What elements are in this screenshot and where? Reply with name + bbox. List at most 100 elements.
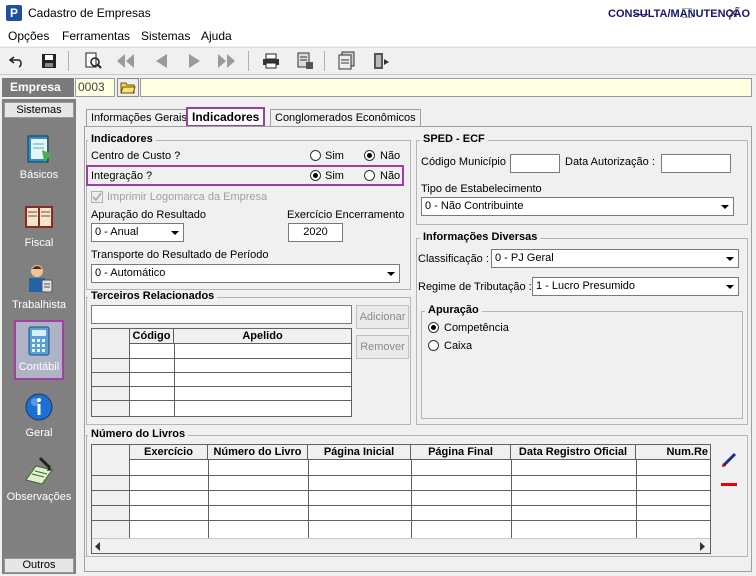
sidebar-item-label: Fiscal <box>24 237 54 249</box>
tab-indicadores[interactable]: Indicadores <box>186 107 266 127</box>
sidebar-item-contabil[interactable]: Contábil <box>4 324 74 373</box>
regime-select[interactable]: 1 - Lucro Presumido <box>532 277 739 296</box>
previous-record-icon[interactable] <box>150 50 172 72</box>
company-label: Empresa <box>2 78 74 97</box>
imprimir-logo-label: Imprimir Logomarca da Empresa <box>107 191 268 203</box>
sidebar-header[interactable]: Sistemas <box>4 102 74 118</box>
col-exercicio[interactable]: Exercício <box>130 445 208 460</box>
col-num-registro[interactable]: Num.Re <box>636 445 710 460</box>
col-data-registro[interactable]: Data Registro Oficial <box>511 445 636 460</box>
livros-horizontal-scrollbar[interactable] <box>92 538 710 553</box>
save-icon[interactable] <box>38 50 60 72</box>
sidebar-item-observacoes[interactable]: Observações <box>4 454 74 503</box>
classificacao-label: Classificação : <box>418 253 489 265</box>
indicadores-title: Indicadores <box>88 133 156 145</box>
last-record-icon[interactable] <box>216 50 238 72</box>
livros-title: Número do Livros <box>88 428 189 440</box>
integracao-nao-label: Não <box>380 170 401 182</box>
transporte-select[interactable]: 0 - Automático <box>91 264 400 283</box>
centro-custo-sim-radio[interactable] <box>310 150 321 161</box>
next-record-icon[interactable] <box>184 50 206 72</box>
transporte-value: 0 - Automático <box>95 267 166 279</box>
report-icon[interactable] <box>294 50 316 72</box>
adicionar-button[interactable]: Adicionar <box>356 305 409 329</box>
menu-ferramentas[interactable]: Ferramentas <box>62 29 130 43</box>
open-folder-button[interactable] <box>117 78 139 97</box>
ledger-icon <box>22 200 56 234</box>
first-record-icon[interactable] <box>114 50 136 72</box>
sidebar-item-geral[interactable]: Geral <box>4 390 74 439</box>
regime-value: 1 - Lucro Presumido <box>536 280 636 292</box>
col-pagina-final[interactable]: Página Final <box>411 445 511 460</box>
apuracao-title: Apuração <box>425 304 482 316</box>
integracao-nao-radio[interactable] <box>364 170 375 181</box>
info-icon <box>22 390 56 424</box>
calculator-icon <box>22 324 56 358</box>
terceiros-grid[interactable]: Código Apelido <box>91 328 352 417</box>
competencia-label: Competência <box>444 322 509 334</box>
scroll-right-icon[interactable] <box>698 542 706 554</box>
edit-pencil-icon[interactable] <box>720 451 738 472</box>
worker-icon <box>22 262 56 296</box>
tab-informacoes-gerais[interactable]: Informações Gerais <box>86 109 192 127</box>
integracao-sim-radio[interactable] <box>310 170 321 181</box>
imprimir-logo-checkbox[interactable] <box>91 191 103 203</box>
regime-label: Regime de Tributação : <box>418 281 532 293</box>
sidebar-item-label: Trabalhista <box>11 299 66 311</box>
classificacao-select[interactable]: 0 - PJ Geral <box>491 249 739 268</box>
tipo-estab-label: Tipo de Estabelecimento <box>421 183 542 195</box>
classificacao-value: 0 - PJ Geral <box>495 252 554 264</box>
centro-custo-label: Centro de Custo ? <box>91 150 181 162</box>
exercicio-input[interactable]: 2020 <box>288 223 343 242</box>
tipo-estab-select[interactable]: 0 - Não Contribuinte <box>421 197 734 216</box>
notepad-icon <box>22 454 56 488</box>
mode-label: CONSULTA/MANUTENÇÃO <box>608 8 750 20</box>
sped-title: SPED - ECF <box>420 133 488 145</box>
integracao-label: Integração ? <box>91 170 153 182</box>
col-codigo[interactable]: Código <box>130 329 174 344</box>
sidebar-item-trabalhista[interactable]: Trabalhista <box>4 262 74 311</box>
col-numero-livro[interactable]: Número do Livro <box>208 445 308 460</box>
chevron-down-icon <box>719 200 731 213</box>
search-document-icon[interactable] <box>82 50 104 72</box>
menu-opcoes[interactable]: Opções <box>8 29 49 43</box>
exercicio-label: Exercício Encerramento <box>287 209 405 221</box>
integracao-sim-label: Sim <box>325 170 344 182</box>
terceiros-title: Terceiros Relacionados <box>88 290 218 302</box>
apuracao-value: 0 - Anual <box>95 226 139 238</box>
data-autorizacao-input[interactable] <box>661 154 731 173</box>
apuracao-select[interactable]: 0 - Anual <box>91 223 184 242</box>
tab-conglomerados[interactable]: Conglomerados Econômicos <box>270 109 421 127</box>
sidebar-item-basicos[interactable]: Básicos <box>4 132 74 181</box>
exit-door-icon[interactable] <box>370 50 392 72</box>
folder-icon <box>120 82 136 94</box>
sidebar-footer[interactable]: Outros <box>4 558 74 573</box>
scroll-left-icon[interactable] <box>94 542 102 554</box>
company-name-field[interactable] <box>140 78 752 97</box>
document-stack-icon[interactable] <box>336 50 358 72</box>
delete-minus-icon[interactable] <box>721 479 737 491</box>
menu-ajuda[interactable]: Ajuda <box>201 29 232 43</box>
livros-grid[interactable]: Exercício Número do Livro Página Inicial… <box>91 444 711 554</box>
col-pagina-inicial[interactable]: Página Inicial <box>308 445 411 460</box>
col-apelido[interactable]: Apelido <box>174 329 351 344</box>
data-autorizacao-label: Data Autorização : <box>565 156 655 168</box>
codigo-municipio-input[interactable] <box>510 154 560 173</box>
terceiros-search-input[interactable] <box>91 305 352 324</box>
sidebar-item-label: Observações <box>6 491 72 503</box>
apuracao-label: Apuração do Resultado <box>91 209 206 221</box>
chevron-down-icon <box>724 252 736 265</box>
sidebar-item-label: Contábil <box>18 361 60 373</box>
book-icon <box>22 132 56 166</box>
caixa-radio[interactable] <box>428 340 439 351</box>
transporte-label: Transporte do Resultado de Período <box>91 249 269 261</box>
printer-icon[interactable] <box>260 50 282 72</box>
sidebar-item-fiscal[interactable]: Fiscal <box>4 200 74 249</box>
menu-sistemas[interactable]: Sistemas <box>141 29 190 43</box>
competencia-radio[interactable] <box>428 322 439 333</box>
sidebar-item-label: Geral <box>25 427 53 439</box>
company-code-input[interactable]: 0003 <box>75 78 115 97</box>
undo-icon[interactable] <box>6 50 28 72</box>
remover-button[interactable]: Remover <box>356 335 409 359</box>
centro-custo-nao-radio[interactable] <box>364 150 375 161</box>
